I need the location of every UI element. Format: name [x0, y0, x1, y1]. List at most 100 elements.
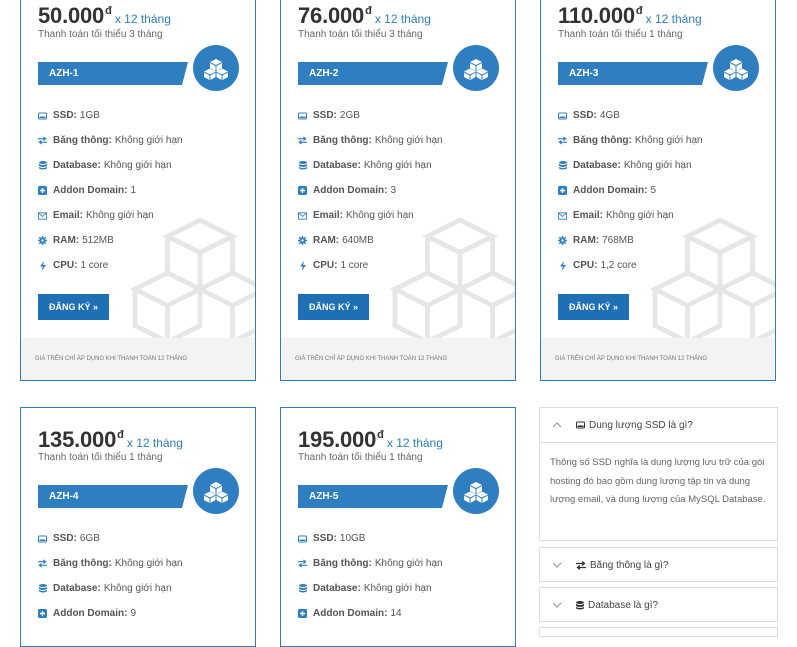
drive-icon — [576, 421, 585, 429]
plan-badge — [193, 45, 239, 91]
price: 135.000 — [38, 427, 117, 452]
feature-addon-domain: Addon Domain: 3 — [298, 185, 443, 210]
price-row: 110.000đx 12 tháng — [558, 3, 702, 29]
exchange-icon — [298, 136, 307, 145]
database-icon — [38, 161, 47, 170]
feature-ram: RAM: 640MB — [298, 235, 443, 260]
feature-ssd: SSD: 10GB — [298, 533, 443, 558]
feature-ssd: SSD: 6GB — [38, 533, 183, 558]
billing-period: x 12 tháng — [374, 12, 431, 26]
register-button[interactable]: ĐĂNG KÝ » — [298, 294, 369, 320]
plan-badge — [193, 468, 239, 514]
feature-ssd: SSD: 4GB — [558, 110, 703, 135]
feature-bandwidth: Băng thông: Không giới hạn — [298, 135, 443, 160]
price-row: 76.000đx 12 tháng — [298, 3, 431, 29]
chevron-up-icon — [552, 422, 566, 428]
register-button[interactable]: ĐĂNG KÝ » — [558, 294, 629, 320]
price-footnote: GIÁ TRÊN CHỈ ÁP DỤNG KHI THANH TOÁN 12 T… — [281, 338, 515, 380]
drive-icon — [38, 534, 47, 543]
envelope-icon — [38, 211, 47, 220]
price-row: 195.000đx 12 tháng — [298, 427, 443, 453]
cubes-icon — [464, 59, 488, 80]
feature-cpu: CPU: 1,2 core — [558, 260, 703, 285]
feature-addon-domain: Addon Domain: 5 — [558, 185, 703, 210]
faq-item-bandwidth: Băng thông là gì? — [539, 547, 778, 582]
plan-name: AZH-5 — [298, 485, 448, 508]
price: 76.000 — [298, 3, 365, 28]
exchange-icon — [38, 559, 47, 568]
feature-email: Email: Không giới hạn — [558, 210, 703, 235]
faq-toggle-ssd[interactable]: Dung lượng SSD là gì? — [540, 408, 777, 442]
gear-icon — [558, 236, 567, 245]
faq-item-database: Database là gì? — [539, 587, 778, 622]
plan-card-azh-1: 50.000đx 12 tháng Thanh toán tối thiểu 3… — [20, 0, 256, 381]
cubes-icon — [204, 59, 228, 80]
plan-badge — [453, 468, 499, 514]
cubes-icon — [464, 482, 488, 503]
price: 110.000 — [558, 3, 635, 28]
plus-square-icon — [38, 186, 47, 195]
plan-name: AZH-1 — [38, 62, 188, 85]
faq-toggle-database[interactable]: Database là gì? — [540, 588, 777, 622]
database-icon — [558, 161, 567, 170]
plan-name: AZH-4 — [38, 485, 188, 508]
plan-badge — [453, 45, 499, 91]
feature-ram: RAM: 512MB — [38, 235, 183, 260]
feature-email: Email: Không giới hạn — [38, 210, 183, 235]
currency-symbol: đ — [365, 5, 372, 17]
plus-square-icon — [298, 186, 307, 195]
drive-icon — [558, 111, 567, 120]
billing-period: x 12 tháng — [114, 12, 171, 26]
billing-period: x 12 tháng — [386, 436, 443, 450]
feature-database: Database: Không giới hạn — [38, 583, 183, 608]
price: 195.000 — [298, 427, 377, 452]
plan-name: AZH-2 — [298, 62, 448, 85]
gear-icon — [38, 236, 47, 245]
price: 50.000 — [38, 3, 105, 28]
gear-icon — [298, 236, 307, 245]
drive-icon — [38, 111, 47, 120]
feature-list: SSD: 2GB Băng thông: Không giới hạn Databa… — [298, 110, 443, 285]
billing-period: x 12 tháng — [645, 12, 702, 26]
faq-title: Database là gì? — [588, 599, 659, 611]
feature-email: Email: Không giới hạn — [298, 210, 443, 235]
plan-name: AZH-3 — [558, 62, 708, 85]
exchange-icon — [558, 136, 567, 145]
minimum-payment: Thanh toán tối thiểu 3 tháng — [38, 29, 163, 40]
feature-ram: RAM: 768MB — [558, 235, 703, 260]
exchange-icon — [576, 560, 586, 570]
plus-square-icon — [38, 609, 47, 618]
plan-card-azh-5: 195.000đx 12 tháng Thanh toán tối thiểu … — [280, 407, 516, 647]
feature-ssd: SSD: 2GB — [298, 110, 443, 135]
minimum-payment: Thanh toán tối thiểu 1 tháng — [558, 29, 683, 40]
drive-icon — [298, 534, 307, 543]
plus-square-icon — [298, 609, 307, 618]
plan-card-azh-2: 76.000đx 12 tháng Thanh toán tối thiểu 3… — [280, 0, 516, 381]
plus-square-icon — [558, 186, 567, 195]
feature-addon-domain: Addon Domain: 9 — [38, 608, 183, 633]
faq-item-next — [539, 627, 778, 637]
register-button[interactable]: ĐĂNG KÝ » — [38, 294, 109, 320]
minimum-payment: Thanh toán tối thiểu 1 tháng — [298, 452, 423, 463]
minimum-payment: Thanh toán tối thiểu 3 tháng — [298, 29, 423, 40]
feature-list: SSD: 4GB Băng thông: Không giới hạn Databa… — [558, 110, 703, 285]
exchange-icon — [38, 136, 47, 145]
bolt-icon — [38, 260, 47, 271]
database-icon — [38, 584, 47, 593]
faq-title: Băng thông là gì? — [590, 559, 669, 571]
currency-symbol: đ — [377, 429, 384, 441]
feature-list: SSD: 1GB Băng thông: Không giới hạn Databa… — [38, 110, 183, 285]
feature-ssd: SSD: 1GB — [38, 110, 183, 135]
price-row: 135.000đx 12 tháng — [38, 427, 183, 453]
faq-toggle-bandwidth[interactable]: Băng thông là gì? — [540, 548, 777, 582]
feature-cpu: CPU: 1 core — [298, 260, 443, 285]
chevron-down-icon — [552, 602, 566, 608]
drive-icon — [298, 111, 307, 120]
feature-bandwidth: Băng thông: Không giới hạn — [558, 135, 703, 160]
feature-database: Database: Không giới hạn — [558, 160, 703, 185]
chevron-down-icon — [552, 562, 566, 568]
billing-period: x 12 tháng — [126, 436, 183, 450]
price-row: 50.000đx 12 tháng — [38, 3, 171, 29]
feature-list: SSD: 10GB Băng thông: Không giới hạn Datab… — [298, 533, 443, 633]
currency-symbol: đ — [105, 5, 112, 17]
